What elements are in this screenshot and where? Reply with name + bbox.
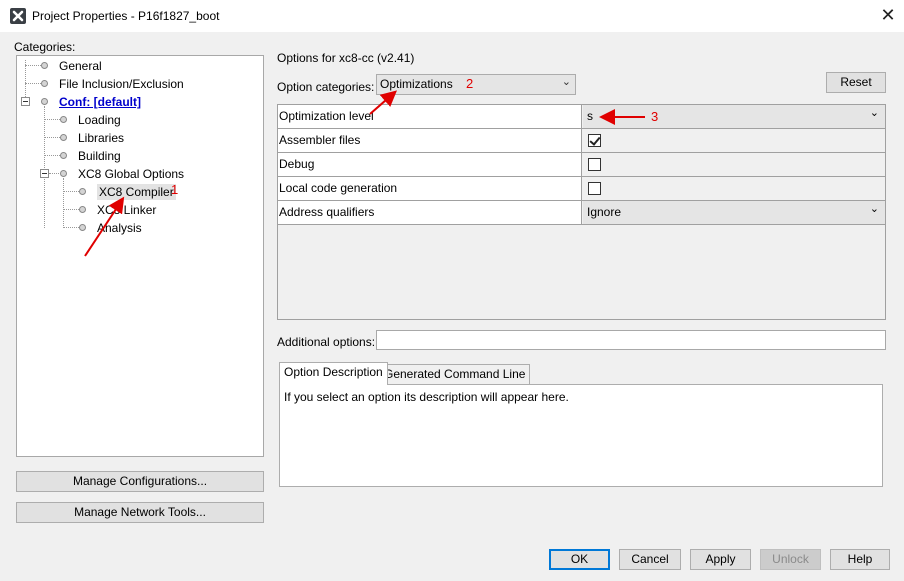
manage-configurations-button[interactable]: Manage Configurations... bbox=[16, 471, 264, 492]
tree-item-libraries[interactable]: Libraries bbox=[60, 129, 124, 145]
help-button[interactable]: Help bbox=[830, 549, 890, 570]
tree-item-building[interactable]: Building bbox=[60, 147, 121, 163]
option-row: Address qualifiers Ignore ⌄ bbox=[278, 201, 885, 225]
debug-checkbox[interactable] bbox=[588, 158, 601, 171]
collapse-conf-icon[interactable] bbox=[21, 97, 30, 106]
mplab-x-icon bbox=[10, 8, 26, 24]
tree-item-loading[interactable]: Loading bbox=[60, 111, 121, 127]
tree-item-xc8-linker[interactable]: XC8 Linker bbox=[79, 201, 156, 217]
manage-network-tools-button[interactable]: Manage Network Tools... bbox=[16, 502, 264, 523]
tab-option-description[interactable]: Option Description bbox=[279, 362, 388, 385]
window-title: Project Properties - P16f1827_boot bbox=[32, 9, 220, 23]
tree-item-xc8-compiler[interactable]: XC8 Compiler bbox=[79, 183, 176, 200]
chevron-down-icon: ⌄ bbox=[869, 107, 879, 119]
option-name: Debug bbox=[278, 153, 582, 176]
assembler-files-checkbox[interactable] bbox=[588, 134, 601, 147]
ok-button[interactable]: OK bbox=[549, 549, 610, 570]
optimization-level-select[interactable]: s ⌄ bbox=[583, 105, 885, 128]
cancel-button[interactable]: Cancel bbox=[619, 549, 681, 570]
tree-item-xc8-global[interactable]: XC8 Global Options bbox=[60, 165, 184, 181]
reset-button[interactable]: Reset bbox=[826, 72, 886, 93]
annotation-number-2: 2 bbox=[466, 76, 474, 91]
option-row: Local code generation bbox=[278, 177, 885, 201]
options-header: Options for xc8-cc (v2.41) bbox=[277, 51, 415, 65]
option-row: Optimization level s ⌄ bbox=[278, 105, 885, 129]
apply-button[interactable]: Apply bbox=[690, 549, 751, 570]
option-name: Local code generation bbox=[278, 177, 582, 200]
title-bar: Project Properties - P16f1827_boot ✕ bbox=[0, 0, 904, 32]
tab-generated-command-line[interactable]: Generated Command Line bbox=[379, 364, 531, 385]
option-categories-select[interactable]: Optimizations ⌄ bbox=[376, 74, 576, 95]
additional-options-label: Additional options: bbox=[277, 335, 376, 349]
annotation-number-3: 3 bbox=[651, 109, 659, 124]
categories-tree[interactable]: General File Inclusion/Exclusion Conf: [… bbox=[16, 55, 264, 457]
options-grid: Optimization level s ⌄ Assembler files D… bbox=[277, 104, 886, 320]
description-panel: If you select an option its description … bbox=[279, 384, 883, 487]
categories-label: Categories: bbox=[14, 40, 76, 54]
tree-item-conf[interactable]: Conf: [default] bbox=[41, 93, 141, 109]
local-code-generation-checkbox[interactable] bbox=[588, 182, 601, 195]
chevron-down-icon: ⌄ bbox=[869, 203, 879, 215]
tree-item-general[interactable]: General bbox=[41, 57, 102, 73]
unlock-button[interactable]: Unlock bbox=[760, 549, 821, 570]
option-name: Assembler files bbox=[278, 129, 582, 152]
option-categories-label: Option categories: bbox=[277, 80, 375, 94]
close-icon[interactable]: ✕ bbox=[878, 6, 898, 26]
description-text: If you select an option its description … bbox=[284, 390, 569, 404]
tree-item-file-inclusion[interactable]: File Inclusion/Exclusion bbox=[41, 75, 184, 91]
tree-item-analysis[interactable]: Analysis bbox=[79, 219, 142, 235]
option-row: Assembler files bbox=[278, 129, 885, 153]
option-name: Address qualifiers bbox=[278, 201, 582, 224]
annotation-number-1: 1 bbox=[171, 182, 179, 197]
option-name: Optimization level bbox=[278, 105, 582, 128]
option-row: Debug bbox=[278, 153, 885, 177]
address-qualifiers-select[interactable]: Ignore ⌄ bbox=[583, 201, 885, 224]
chevron-down-icon: ⌄ bbox=[561, 76, 571, 88]
additional-options-input[interactable] bbox=[376, 330, 886, 350]
collapse-global-icon[interactable] bbox=[40, 169, 49, 178]
